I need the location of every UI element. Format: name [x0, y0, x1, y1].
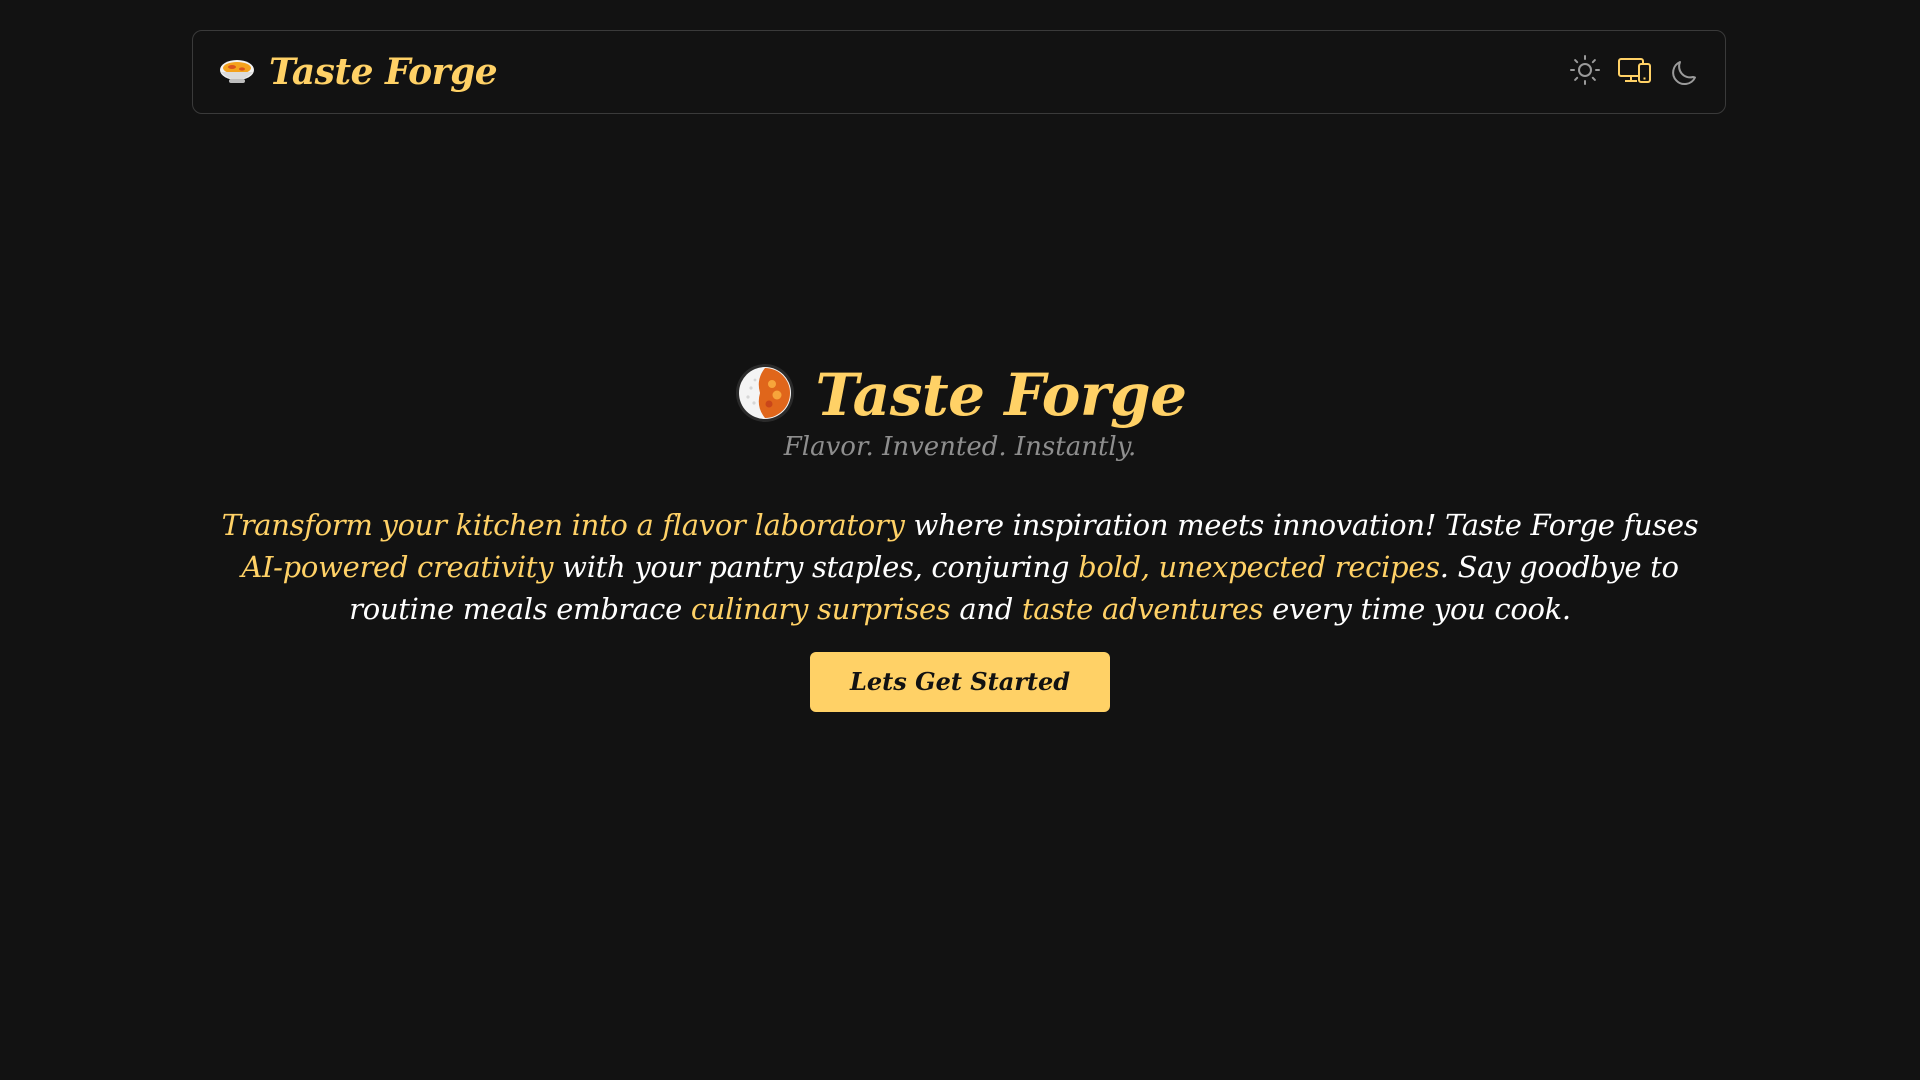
body-text: with your pantry staples, conjuring [553, 550, 1079, 584]
hero-tagline: Flavor. Invented. Instantly. [783, 432, 1137, 462]
highlight-text: AI-powered creativity [241, 550, 554, 584]
hero-section: Taste Forge Flavor. Invented. Instantly.… [0, 360, 1920, 712]
body-text: every time you cook. [1263, 592, 1571, 626]
highlight-text: taste adventures [1021, 592, 1264, 626]
sun-icon [1569, 54, 1601, 90]
devices-icon [1617, 54, 1653, 90]
highlight-text: culinary surprises [690, 592, 951, 626]
highlight-text: bold, unexpected recipes [1078, 550, 1440, 584]
get-started-button[interactable]: Lets Get Started [810, 652, 1110, 712]
brand[interactable]: Taste Forge [217, 50, 498, 94]
top-navbar: Taste Forge [192, 30, 1726, 114]
highlight-text: Transform your kitchen into a flavor lab… [221, 508, 905, 542]
theme-toggle-group [1567, 54, 1703, 90]
system-theme-button[interactable] [1617, 54, 1653, 90]
hero-description: Transform your kitchen into a flavor lab… [220, 504, 1700, 630]
curry-bowl-icon [217, 50, 257, 94]
light-theme-button[interactable] [1567, 54, 1603, 90]
body-text: and [950, 592, 1022, 626]
dark-theme-button[interactable] [1667, 54, 1703, 90]
brand-title: Taste Forge [269, 51, 498, 93]
moon-icon [1669, 54, 1701, 90]
hero-title: Taste Forge [815, 361, 1187, 429]
body-text: where inspiration meets innovation! Tast… [904, 508, 1699, 542]
hero-heading: Taste Forge [0, 360, 1920, 430]
curry-rice-icon [734, 362, 796, 428]
